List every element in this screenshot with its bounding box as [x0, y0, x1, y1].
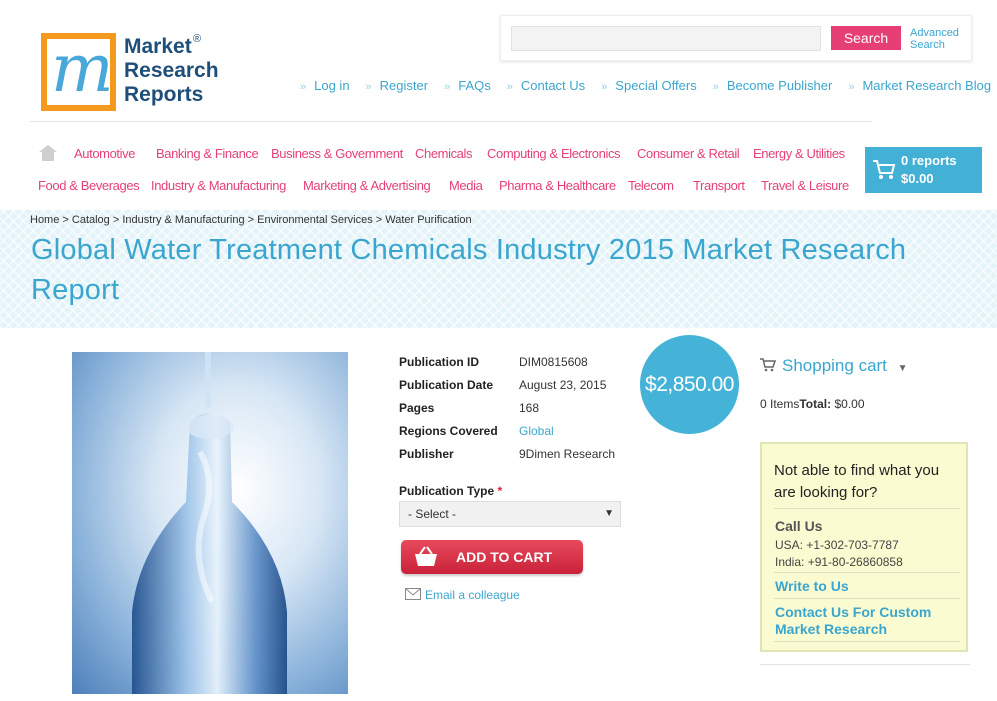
- nav-register[interactable]: Register: [366, 78, 428, 93]
- page-title: Global Water Treatment Chemicals Industr…: [31, 234, 907, 306]
- regions-label: Regions Covered: [399, 424, 498, 438]
- help-question: Not able to find what you are looking fo…: [774, 462, 940, 501]
- publisher-label: Publisher: [399, 447, 454, 461]
- cart-amount: $0.00: [901, 171, 934, 186]
- publication-date-value: August 23, 2015: [519, 378, 607, 392]
- cat-industry-manufacturing[interactable]: Industry & Manufacturing: [151, 178, 286, 193]
- cat-energy-utilities[interactable]: Energy & Utilities: [753, 146, 845, 161]
- phone-usa: USA: +1-302-703-7787: [775, 538, 899, 552]
- breadcrumb[interactable]: Home > Catalog > Industry & Manufacturin…: [30, 214, 472, 226]
- publication-type-text: Publication Type: [399, 484, 495, 498]
- help-divider: [774, 508, 960, 509]
- basket-icon: [415, 546, 437, 566]
- search-input[interactable]: [511, 26, 821, 51]
- triangle-down-icon: ▼: [897, 363, 908, 374]
- logo-m-glyph: m: [51, 30, 114, 107]
- cart-total-value: $0.00: [834, 397, 865, 411]
- cart-icon: [873, 160, 896, 179]
- cart-items: 0 Items: [760, 397, 800, 411]
- publication-type-selected: - Select -: [408, 507, 457, 521]
- publication-id-value: DIM0815608: [519, 355, 588, 369]
- cat-pharma-healthcare[interactable]: Pharma & Healthcare: [499, 178, 616, 193]
- help-divider: [774, 572, 960, 573]
- cat-banking-finance[interactable]: Banking & Finance: [156, 146, 259, 161]
- publisher-value: 9Dimen Research: [519, 447, 616, 461]
- shopping-cart-title-text: Shopping cart: [782, 356, 887, 375]
- nav-special-offers[interactable]: Special Offers: [601, 78, 696, 93]
- water-bottle-illustration: [132, 352, 287, 694]
- price-badge: $2,850.00: [640, 335, 739, 434]
- add-to-cart-button[interactable]: ADD TO CART: [401, 540, 583, 574]
- top-nav: Log in Register FAQs Contact Us Special …: [300, 78, 991, 93]
- nav-blog[interactable]: Market Research Blog: [848, 78, 991, 93]
- product-image: [72, 352, 348, 694]
- required-marker: *: [497, 484, 503, 498]
- custom-research-link[interactable]: Contact Us For Custom Market Research: [775, 604, 955, 638]
- phone-india: India: +91-80-26860858: [775, 555, 903, 569]
- cart-reports-count: 0 reports: [901, 153, 957, 168]
- pages-label: Pages: [399, 401, 435, 415]
- add-to-cart-label: ADD TO CART: [456, 549, 553, 565]
- home-icon[interactable]: [39, 145, 57, 161]
- nav-contact-us[interactable]: Contact Us: [507, 78, 585, 93]
- logo-mark[interactable]: m: [41, 30, 116, 111]
- logo-text[interactable]: Market Research Reports: [124, 35, 219, 107]
- shopping-cart-title[interactable]: Shopping cart ▼: [782, 356, 908, 376]
- header-divider: [30, 121, 872, 122]
- pages-value: 168: [519, 401, 540, 415]
- help-divider: [774, 641, 960, 642]
- search-bar: Search Advanced Search: [500, 15, 972, 61]
- advanced-search-line-2: Search: [910, 39, 945, 51]
- email-colleague-link[interactable]: Email a colleague: [405, 588, 520, 602]
- publication-type-select[interactable]: - Select - ▼: [399, 501, 621, 527]
- cat-travel-leisure[interactable]: Travel & Leisure: [761, 178, 849, 193]
- publication-type-label: Publication Type *: [399, 484, 502, 498]
- sidebar-divider: [760, 664, 970, 665]
- publication-date-label: Publication Date: [399, 378, 494, 392]
- cat-telecom[interactable]: Telecom: [628, 178, 674, 193]
- logo-registered-mark: ®: [193, 33, 202, 45]
- advanced-search-link[interactable]: Advanced Search: [910, 27, 959, 51]
- logo-line-1: Market: [124, 35, 192, 58]
- logo-mark-inner: m: [47, 30, 114, 107]
- cat-automotive[interactable]: Automotive: [74, 146, 135, 161]
- help-box: Not able to find what you are looking fo…: [760, 442, 968, 652]
- cat-computing-electronics[interactable]: Computing & Electronics: [487, 146, 621, 161]
- cat-chemicals[interactable]: Chemicals: [415, 146, 472, 161]
- logo-line-3: Reports: [124, 83, 204, 106]
- write-to-us-link[interactable]: Write to Us: [775, 578, 849, 594]
- cat-business-government[interactable]: Business & Government: [271, 146, 403, 161]
- envelope-icon: [405, 588, 421, 600]
- regions-link[interactable]: Global: [519, 424, 554, 438]
- call-us-heading: Call Us: [775, 518, 823, 534]
- shopping-cart-summary: 0 ItemsTotal: $0.00: [760, 397, 865, 411]
- nav-login[interactable]: Log in: [300, 78, 349, 93]
- advanced-search-line-1: Advanced: [910, 27, 959, 39]
- help-divider: [774, 598, 960, 599]
- logo-line-2: Research: [124, 59, 219, 82]
- chevron-down-icon: ▼: [604, 508, 614, 519]
- cat-consumer-retail[interactable]: Consumer & Retail: [637, 146, 740, 161]
- nav-faqs[interactable]: FAQs: [444, 78, 491, 93]
- publication-id-label: Publication ID: [399, 355, 480, 369]
- cart-total-label: Total:: [799, 397, 832, 411]
- nav-become-publisher[interactable]: Become Publisher: [713, 78, 833, 93]
- shopping-cart-icon: [760, 358, 776, 372]
- header-cart-button[interactable]: 0 reports $0.00: [865, 147, 982, 193]
- cat-media[interactable]: Media: [449, 178, 483, 193]
- cat-transport[interactable]: Transport: [693, 178, 745, 193]
- cat-marketing-advertising[interactable]: Marketing & Advertising: [303, 178, 431, 193]
- search-button[interactable]: Search: [831, 26, 901, 50]
- email-colleague-text: Email a colleague: [425, 588, 520, 602]
- cat-food-beverages[interactable]: Food & Beverages: [38, 178, 140, 193]
